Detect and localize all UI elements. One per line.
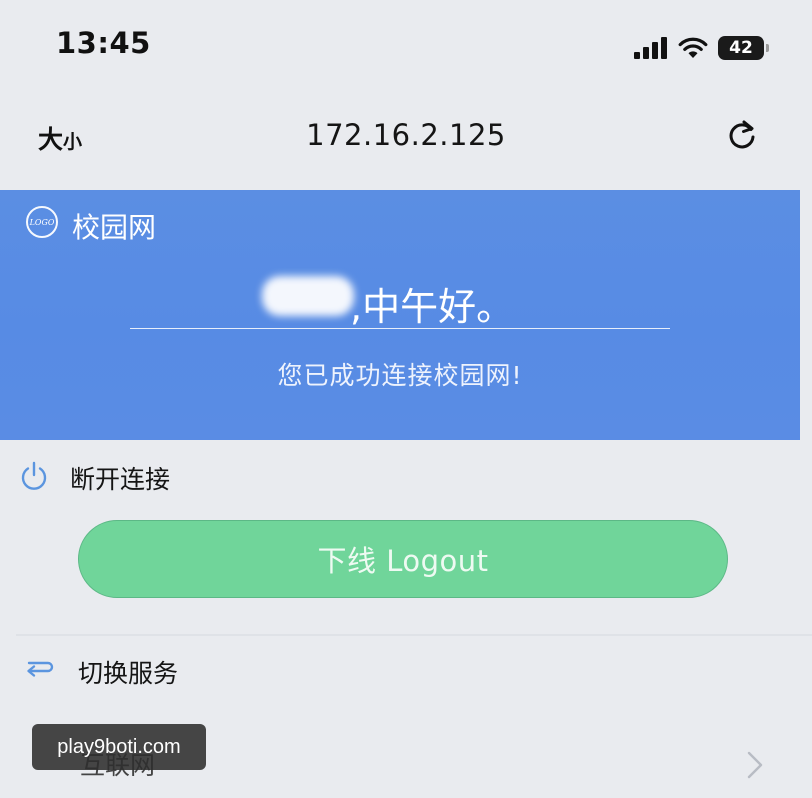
power-icon bbox=[21, 461, 47, 490]
status-bar: 13:45 42 bbox=[0, 0, 812, 96]
status-time: 13:45 bbox=[56, 26, 151, 60]
phone-screen: 13:45 42 大小 172.16.2.125 LOGO 校园网 ,中午好。 … bbox=[0, 0, 812, 798]
logo-text: LOGO bbox=[29, 217, 55, 227]
battery-icon: 42 bbox=[718, 36, 769, 60]
header-banner: LOGO 校园网 ,中午好。 您已成功连接校园网! bbox=[0, 190, 800, 440]
watermark: play9boti.com bbox=[32, 724, 206, 770]
battery-level: 42 bbox=[729, 37, 753, 58]
switch-icon bbox=[27, 661, 54, 677]
logout-button[interactable]: 下线 Logout bbox=[78, 520, 728, 598]
connected-message: 您已成功连接校园网! bbox=[277, 361, 523, 390]
banner-divider bbox=[130, 328, 670, 329]
url-display[interactable]: 172.16.2.125 bbox=[0, 118, 812, 152]
wifi-icon bbox=[678, 37, 708, 58]
redacted-username bbox=[262, 276, 354, 316]
signal-icon bbox=[634, 37, 667, 59]
section-divider bbox=[16, 634, 812, 636]
greeting-text: ,中午好。 bbox=[350, 285, 515, 329]
browser-address-bar: 大小 172.16.2.125 bbox=[0, 96, 812, 188]
switch-service-label: 切换服务 bbox=[78, 659, 179, 688]
site-name: 校园网 bbox=[72, 211, 157, 244]
chevron-right-icon bbox=[747, 751, 763, 779]
reload-icon[interactable] bbox=[722, 116, 762, 156]
disconnect-label: 断开连接 bbox=[70, 465, 171, 494]
logo-icon: LOGO bbox=[26, 206, 58, 238]
status-icons: 42 bbox=[634, 34, 769, 62]
